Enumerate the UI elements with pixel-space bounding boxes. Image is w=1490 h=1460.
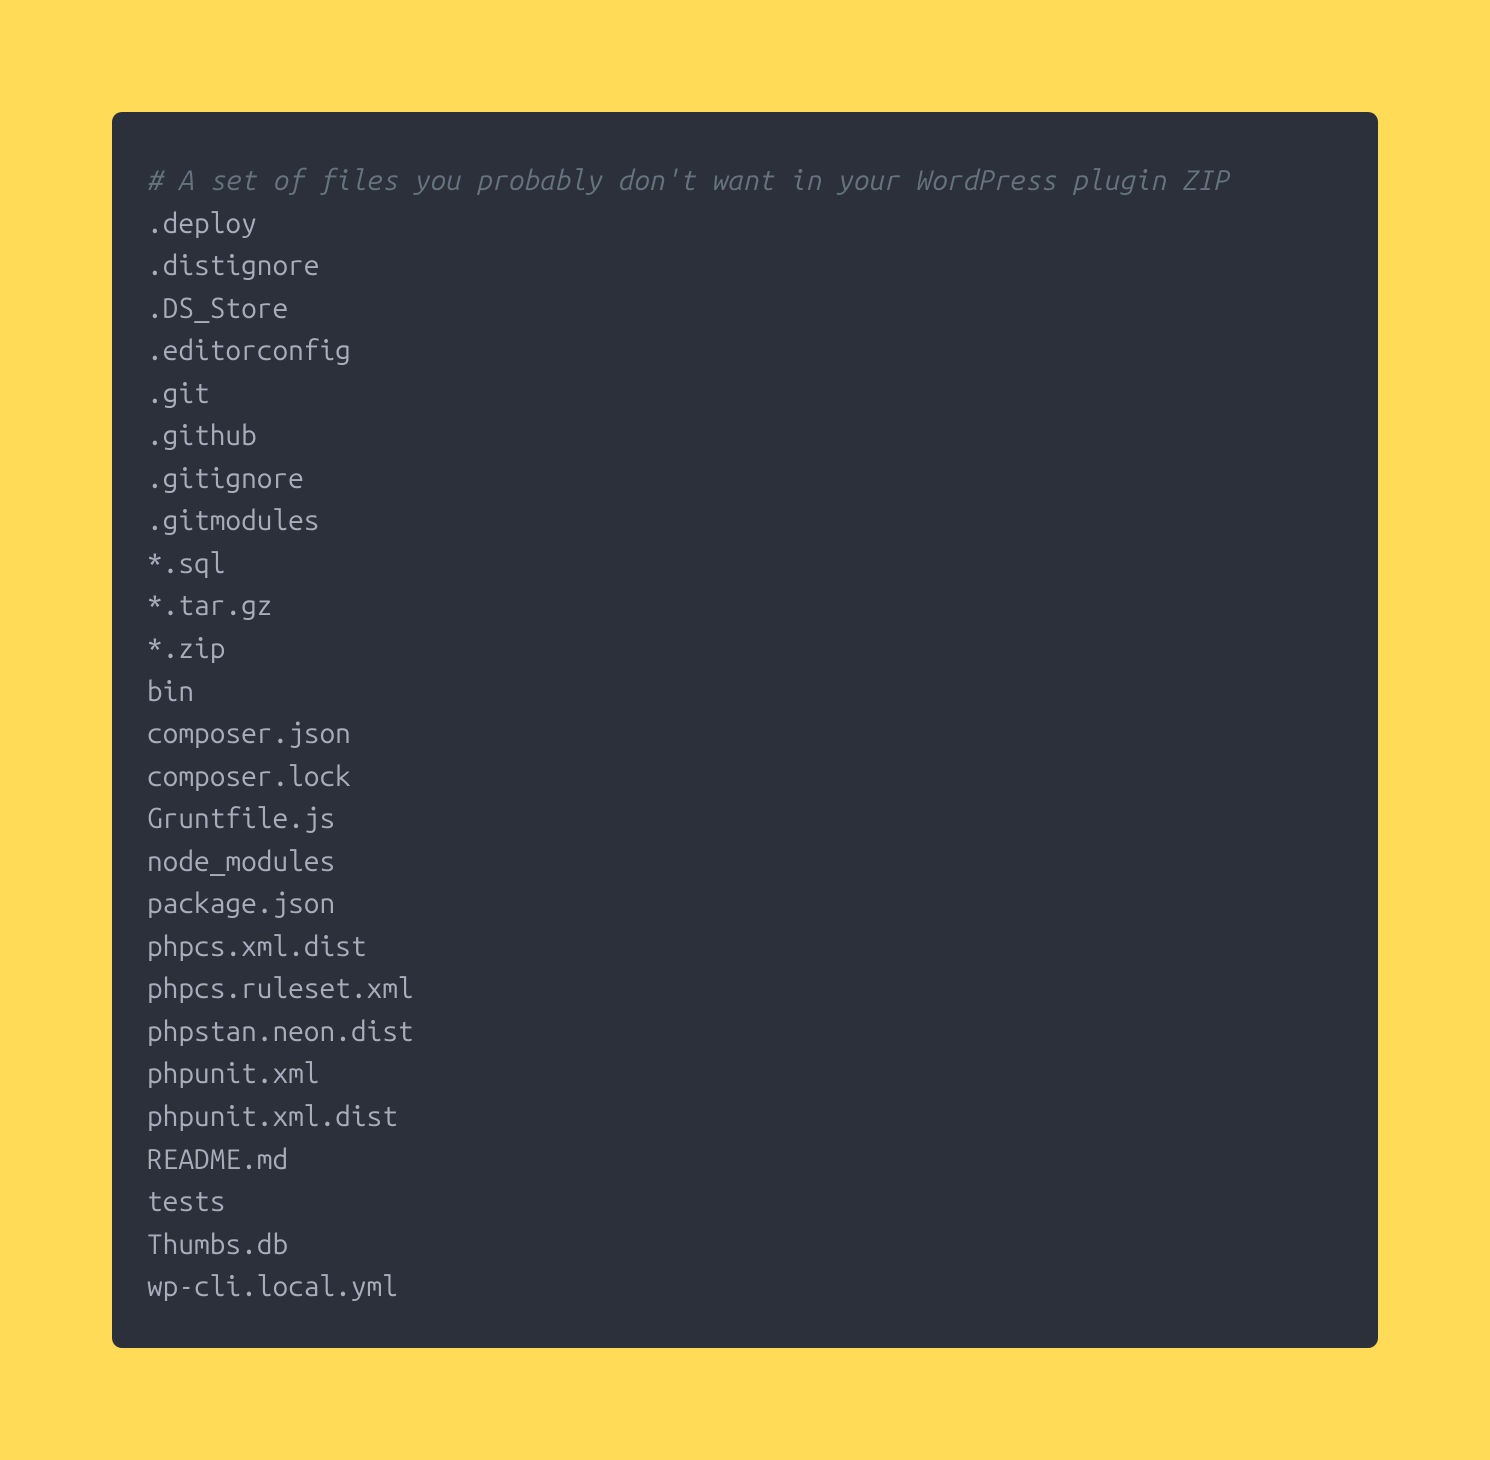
code-line: tests (147, 1181, 1343, 1224)
code-line: .gitignore (147, 458, 1343, 501)
code-line: Gruntfile.js (147, 798, 1343, 841)
code-line: .git (147, 373, 1343, 416)
code-line: wp-cli.local.yml (147, 1266, 1343, 1309)
code-comment: # A set of files you probably don't want… (147, 160, 1343, 203)
code-line: *.tar.gz (147, 585, 1343, 628)
code-line: Thumbs.db (147, 1224, 1343, 1267)
code-line: *.sql (147, 543, 1343, 586)
code-line: .gitmodules (147, 500, 1343, 543)
code-block: # A set of files you probably don't want… (112, 112, 1378, 1348)
code-line: phpstan.neon.dist (147, 1011, 1343, 1054)
code-line: README.md (147, 1139, 1343, 1182)
code-line: .DS_Store (147, 288, 1343, 331)
code-line: *.zip (147, 628, 1343, 671)
code-line: phpunit.xml.dist (147, 1096, 1343, 1139)
code-line: package.json (147, 883, 1343, 926)
code-line: .github (147, 415, 1343, 458)
code-line: .deploy (147, 203, 1343, 246)
code-line: bin (147, 671, 1343, 714)
code-content: # A set of files you probably don't want… (147, 160, 1343, 1309)
code-line: phpcs.ruleset.xml (147, 968, 1343, 1011)
code-line: .editorconfig (147, 330, 1343, 373)
code-line: phpunit.xml (147, 1053, 1343, 1096)
code-line: .distignore (147, 245, 1343, 288)
code-line: composer.json (147, 713, 1343, 756)
code-line: composer.lock (147, 756, 1343, 799)
code-line: phpcs.xml.dist (147, 926, 1343, 969)
code-line: node_modules (147, 841, 1343, 884)
